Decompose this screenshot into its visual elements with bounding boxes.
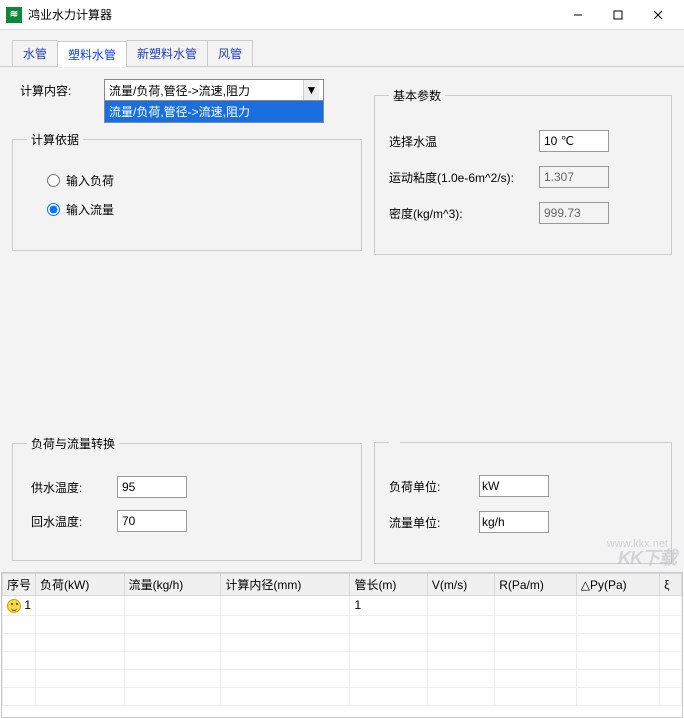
calc-content-value: 流量/负荷,管径->流速,阻力 [109,82,250,99]
data-grid[interactable]: 序号 负荷(kW) 流量(kg/h) 计算内径(mm) 管长(m) V(m/s)… [1,572,683,718]
cell-load[interactable] [36,596,125,616]
calc-content-label: 计算内容: [12,82,104,99]
col-flow[interactable]: 流量(kg/h) [124,574,221,596]
maximize-button[interactable] [598,1,638,29]
viscosity-label: 运动粘度(1.0e-6m^2/s): [389,169,539,186]
basic-params-group: 基本参数 选择水温 运动粘度(1.0e-6m^2/s): 密度(kg/m^3): [374,87,672,255]
load-unit-label: 负荷单位: [389,478,479,495]
calc-basis-group: 计算依据 输入负荷 输入流量 [12,131,362,251]
minimize-button[interactable] [558,1,598,29]
window-title: 鸿业水力计算器 [28,6,558,23]
col-load[interactable]: 负荷(kW) [36,574,125,596]
table-row[interactable] [3,633,682,651]
load-unit-select[interactable] [479,475,549,497]
convert-legend: 负荷与流量转换 [27,435,119,452]
calc-basis-legend: 计算依据 [27,131,83,148]
radio-input-flow-input[interactable] [47,203,60,216]
tab-water-pipe[interactable]: 水管 [12,40,58,66]
water-temp-input[interactable] [539,130,609,152]
smiley-icon [7,599,21,613]
cell-r[interactable] [495,596,577,616]
return-temp-label: 回水温度: [27,513,117,530]
tab-bar: 水管 塑料水管 新塑料水管 风管 [0,30,684,67]
col-velocity[interactable]: V(m/s) [427,574,494,596]
supply-temp-input[interactable] [117,476,187,498]
grid-header-row: 序号 负荷(kW) 流量(kg/h) 计算内径(mm) 管长(m) V(m/s)… [3,574,682,596]
radio-input-flow-label: 输入流量 [66,201,114,218]
table-row[interactable] [3,669,682,687]
col-dpy[interactable]: △Py(Pa) [576,574,659,596]
return-temp-input[interactable] [117,510,187,532]
cell-v[interactable] [427,596,494,616]
table-row[interactable] [3,651,682,669]
cell-id[interactable] [221,596,350,616]
table-row[interactable]: 1 1 [3,596,682,616]
convert-group: 负荷与流量转换 供水温度: 回水温度: [12,435,362,561]
table-row[interactable] [3,687,682,705]
radio-input-load-input[interactable] [47,174,60,187]
radio-input-load[interactable]: 输入负荷 [47,172,347,189]
calc-content-combo[interactable]: 流量/负荷,管径->流速,阻力 ▼ [104,79,324,101]
cell-xi[interactable] [660,596,682,616]
radio-input-flow[interactable]: 输入流量 [47,201,347,218]
unit-group: . 负荷单位: 流量单位: [374,435,672,564]
col-length[interactable]: 管长(m) [350,574,427,596]
col-seq[interactable]: 序号 [3,574,36,596]
tab-air-duct[interactable]: 风管 [207,40,253,66]
tab-new-plastic-pipe[interactable]: 新塑料水管 [126,40,208,66]
calc-content-option[interactable]: 流量/负荷,管径->流速,阻力 [105,101,323,122]
cell-len[interactable]: 1 [350,596,427,616]
radio-input-load-label: 输入负荷 [66,172,114,189]
cell-flow[interactable] [124,596,221,616]
col-xi[interactable]: ξ [660,574,682,596]
table-row[interactable] [3,615,682,633]
chevron-down-icon: ▼ [303,80,319,100]
close-button[interactable] [638,1,678,29]
density-input [539,202,609,224]
viscosity-input [539,166,609,188]
tab-plastic-pipe[interactable]: 塑料水管 [57,41,127,67]
density-label: 密度(kg/m^3): [389,205,539,222]
cell-dpy[interactable] [576,596,659,616]
col-resistance[interactable]: R(Pa/m) [495,574,577,596]
calc-content-dropdown: 流量/负荷,管径->流速,阻力 [104,101,324,123]
app-icon: ≋ [6,7,22,23]
col-inner-dia[interactable]: 计算内径(mm) [221,574,350,596]
titlebar: ≋ 鸿业水力计算器 [0,0,684,30]
flow-unit-select[interactable] [479,511,549,533]
cell-seq: 1 [24,598,31,612]
basic-params-legend: 基本参数 [389,87,445,104]
supply-temp-label: 供水温度: [27,479,117,496]
flow-unit-label: 流量单位: [389,514,479,531]
water-temp-label: 选择水温 [389,133,539,150]
